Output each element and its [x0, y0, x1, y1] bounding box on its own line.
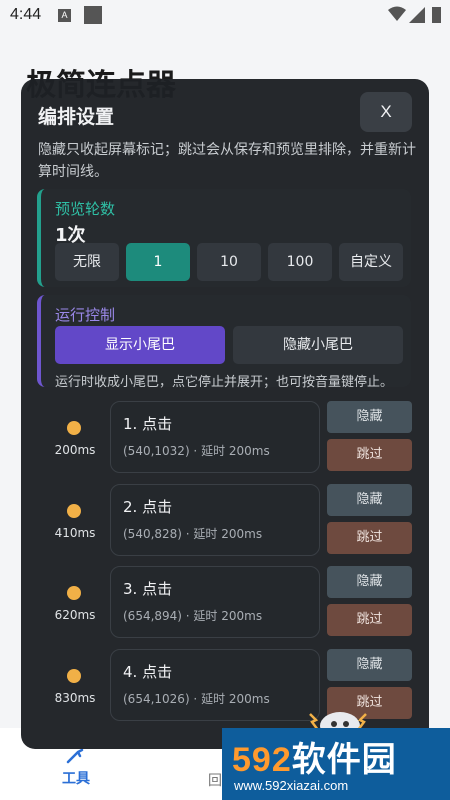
- step-time: 410ms: [54, 526, 96, 540]
- step-card[interactable]: 4. 点击 (654,1026) · 延时 200ms: [110, 649, 320, 721]
- signal-icon: [409, 7, 425, 23]
- step-row: 410ms 2. 点击 (540,828) · 延时 200ms 隐藏 跳过: [21, 484, 429, 558]
- step-time: 620ms: [54, 608, 96, 622]
- status-bar: 4:44 A: [0, 0, 450, 32]
- step-row: 620ms 3. 点击 (654,894) · 延时 200ms 隐藏 跳过: [21, 566, 429, 640]
- round-option-unlimited[interactable]: 无限: [55, 243, 119, 281]
- step-time: 830ms: [54, 691, 96, 705]
- preview-rounds-heading: 预览轮数: [55, 200, 116, 218]
- timeline-dot: [67, 421, 81, 435]
- step-skip-button[interactable]: 跳过: [327, 522, 412, 554]
- battery-icon: [432, 7, 441, 23]
- nav-tools-label: 工具: [62, 771, 90, 787]
- step-row: 200ms 1. 点击 (540,1032) · 延时 200ms 隐藏 跳过: [21, 401, 429, 475]
- dialog-title: 编排设置: [38, 106, 115, 128]
- step-detail: (540,1032) · 延时 200ms: [123, 444, 270, 458]
- step-time: 200ms: [54, 443, 96, 457]
- status-time: 4:44: [10, 6, 42, 23]
- step-skip-button[interactable]: 跳过: [327, 604, 412, 636]
- orchestration-settings-dialog: 编排设置 X 隐藏只收起屏幕标记；跳过会从保存和预览里排除，并重新计算时间线。 …: [21, 79, 429, 749]
- step-card[interactable]: 3. 点击 (654,894) · 延时 200ms: [110, 566, 320, 638]
- step-name: 3. 点击: [123, 580, 173, 598]
- timeline-dot: [67, 504, 81, 518]
- notification-square-icon: [84, 6, 102, 24]
- round-option-custom[interactable]: 自定义: [339, 243, 403, 281]
- step-name: 2. 点击: [123, 498, 173, 516]
- step-hide-button[interactable]: 隐藏: [327, 484, 412, 516]
- close-button[interactable]: X: [360, 92, 412, 132]
- step-hide-button[interactable]: 隐藏: [327, 566, 412, 598]
- step-card[interactable]: 2. 点击 (540,828) · 延时 200ms: [110, 484, 320, 556]
- nav-tab-record[interactable]: 回: [208, 770, 222, 790]
- step-card[interactable]: 1. 点击 (540,1032) · 延时 200ms: [110, 401, 320, 473]
- dialog-description: 隐藏只收起屏幕标记；跳过会从保存和预览里排除，并重新计算时间线。: [38, 142, 416, 180]
- run-control-note: 运行时收成小尾巴，点它停止并展开；也可按音量键停止。: [55, 375, 394, 390]
- round-option-1[interactable]: 1: [126, 243, 190, 281]
- run-control-heading: 运行控制: [55, 306, 116, 324]
- step-name: 1. 点击: [123, 415, 173, 433]
- step-detail: (654,894) · 延时 200ms: [123, 609, 263, 623]
- step-name: 4. 点击: [123, 663, 173, 681]
- watermark-brand: 软件园: [291, 741, 397, 779]
- hide-tail-button[interactable]: 隐藏小尾巴: [233, 326, 403, 364]
- step-hide-button[interactable]: 隐藏: [327, 401, 412, 433]
- step-detail: (540,828) · 延时 200ms: [123, 527, 263, 541]
- step-detail: (654,1026) · 延时 200ms: [123, 692, 270, 706]
- wifi-icon: [388, 6, 406, 21]
- wrench-icon: [66, 748, 84, 764]
- round-option-10[interactable]: 10: [197, 243, 261, 281]
- step-hide-button[interactable]: 隐藏: [327, 649, 412, 681]
- notification-a-icon: A: [58, 9, 71, 22]
- timeline-dot: [67, 586, 81, 600]
- timeline-dot: [67, 669, 81, 683]
- show-tail-button[interactable]: 显示小尾巴: [55, 326, 225, 364]
- step-skip-button[interactable]: 跳过: [327, 439, 412, 471]
- nav-tab-tools[interactable]: 工具: [56, 748, 96, 788]
- preview-rounds-card: 预览轮数 1次 无限 1 10 100 自定义: [37, 189, 411, 287]
- watermark-digits: 592: [232, 741, 292, 779]
- watermark-url: www.592xiazai.com: [234, 778, 349, 793]
- round-option-100[interactable]: 100: [268, 243, 332, 281]
- watermark-logo: 592软件园 www.592xiazai.com: [222, 728, 450, 800]
